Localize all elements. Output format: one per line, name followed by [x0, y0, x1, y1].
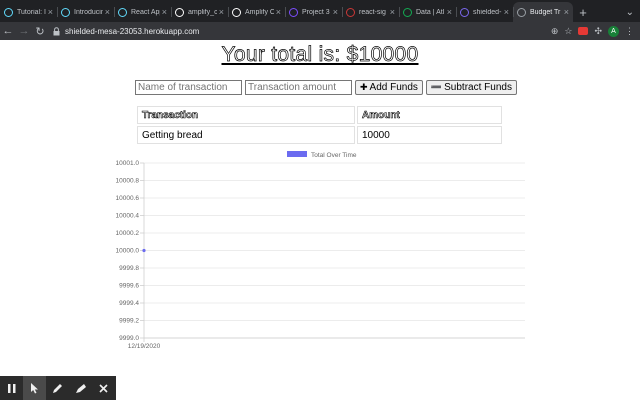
page-icon — [517, 7, 526, 17]
pen-icon[interactable] — [46, 376, 69, 400]
tab-close-icon[interactable]: × — [276, 7, 281, 17]
pointer-icon[interactable] — [23, 376, 46, 400]
amplify-icon — [232, 7, 241, 17]
transactions-body: Getting bread 10000 — [137, 126, 502, 144]
browser-toolbar: ← → ↻ shielded-mesa-23053.herokuapp.com … — [0, 22, 640, 40]
react-icon — [4, 7, 13, 17]
transaction-name-input[interactable] — [135, 80, 242, 95]
tab-title: Project 3 — [302, 8, 330, 16]
y-tick-label: 10000.8 — [116, 178, 140, 185]
browser-tab-bar: Tutorial: I×Introducin×React App×amplify… — [0, 0, 640, 22]
transactions-table: Transaction Amount Getting bread 10000 — [135, 104, 504, 146]
tab-title: Data | Atl — [416, 8, 445, 16]
transaction-amount-cell: 10000 — [357, 126, 502, 144]
transaction-form: ✚ Add Funds ➖ Subtract Funds — [135, 80, 517, 95]
y-tick-label: 9999.8 — [119, 265, 139, 272]
reload-button[interactable]: ↻ — [32, 25, 48, 38]
minus-icon: ➖ — [430, 82, 443, 92]
project-icon — [289, 7, 298, 17]
browser-tab[interactable]: Data | Atl × — [399, 2, 456, 22]
tab-close-icon[interactable]: × — [48, 7, 53, 17]
star-icon[interactable]: ☆ — [564, 26, 572, 37]
npm-icon — [346, 7, 355, 17]
y-tick-label: 10000.4 — [116, 213, 140, 220]
x-tick-label: 12/19/2020 — [128, 343, 161, 348]
tab-close-icon[interactable]: × — [162, 7, 167, 17]
browser-tab[interactable]: Amplify C × — [228, 2, 285, 22]
tab-close-icon[interactable]: × — [333, 7, 338, 17]
y-tick-label: 10001.0 — [116, 160, 140, 167]
subtract-funds-button[interactable]: ➖ Subtract Funds — [425, 80, 517, 95]
puzzle-icon[interactable]: ✣ — [594, 26, 602, 37]
total-heading: Your total is: $10000 — [221, 43, 419, 67]
page-content: Your total is: $10000 ✚ Add Funds ➖ Subt… — [0, 40, 640, 400]
new-tab-button[interactable]: + — [573, 2, 593, 22]
total-over-time-chart: Total Over Time 10001.0 10000.8 10000.6 1000… — [116, 151, 525, 348]
tab-strip: Tutorial: I×Introducin×React App×amplify… — [0, 0, 573, 22]
browser-tab[interactable]: Introducin × — [57, 2, 114, 22]
tab-close-icon[interactable]: × — [564, 7, 569, 17]
tab-title: react-sig — [359, 8, 386, 16]
plus-icon: ✚ — [360, 82, 368, 92]
tab-close-icon[interactable]: × — [390, 7, 395, 17]
tab-title: Introducin — [74, 8, 103, 16]
tab-close-icon[interactable]: × — [219, 7, 224, 17]
extension-icon[interactable] — [578, 27, 589, 35]
tab-title: shielded- — [473, 8, 502, 16]
y-tick-label: 9999.2 — [119, 318, 139, 325]
url-text: shielded-mesa-23053.herokuapp.com — [65, 26, 200, 36]
tab-close-icon[interactable]: × — [447, 7, 452, 17]
tab-title: Budget Tr — [530, 8, 561, 16]
add-funds-label: Add Funds — [369, 82, 418, 93]
data-point — [142, 248, 146, 253]
subtract-funds-label: Subtract Funds — [444, 82, 512, 93]
tab-title: Tutorial: I — [17, 8, 46, 16]
y-tick-label: 9999.4 — [119, 300, 139, 307]
tab-close-icon[interactable]: × — [504, 7, 509, 17]
close-icon[interactable] — [92, 376, 115, 400]
heroku-icon — [460, 7, 469, 17]
window-menu-icon[interactable]: ⌄ — [620, 7, 640, 22]
browser-tab[interactable]: amplify_c × — [171, 2, 228, 22]
legend-label: Total Over Time — [311, 152, 357, 159]
y-tick-label: 9999.6 — [119, 283, 139, 290]
legend-swatch — [287, 151, 307, 157]
table-header-row: Transaction Amount — [137, 106, 502, 124]
tab-title: amplify_c — [188, 8, 217, 16]
browser-tab[interactable]: Budget Tr × — [513, 2, 573, 22]
highlighter-icon[interactable] — [69, 376, 92, 400]
recording-toolbar — [0, 376, 116, 400]
menu-icon[interactable]: ⋮ — [625, 26, 634, 37]
y-tick-label: 10000.2 — [116, 230, 140, 237]
lock-icon — [52, 26, 60, 36]
browser-tab[interactable]: react-sig × — [342, 2, 399, 22]
header-transaction: Transaction — [137, 106, 355, 124]
browser-tab[interactable]: shielded- × — [456, 2, 513, 22]
browser-tab[interactable]: React App× — [114, 2, 171, 22]
y-tick-label: 9999.0 — [119, 335, 139, 342]
tab-title: Amplify C — [245, 8, 274, 16]
react-icon — [61, 7, 70, 17]
tab-close-icon[interactable]: × — [105, 7, 110, 17]
tab-title: React App — [131, 8, 160, 16]
pause-icon[interactable] — [0, 376, 23, 400]
profile-avatar[interactable]: A — [608, 25, 619, 37]
address-bar[interactable]: shielded-mesa-23053.herokuapp.com — [52, 24, 512, 38]
mongodb-icon — [403, 7, 412, 17]
add-funds-button[interactable]: ✚ Add Funds — [355, 80, 423, 95]
github-icon — [175, 7, 184, 17]
header-amount: Amount — [357, 106, 502, 124]
y-tick-label: 10000.0 — [116, 248, 140, 255]
forward-button[interactable]: → — [16, 25, 32, 37]
transaction-name-cell: Getting bread — [137, 126, 355, 144]
y-tick-label: 10000.6 — [116, 195, 140, 202]
table-row: Getting bread 10000 — [137, 126, 502, 144]
browser-tab[interactable]: Tutorial: I × — [0, 2, 57, 22]
browser-tab[interactable]: Project 3 × — [285, 2, 342, 22]
install-icon[interactable]: ⊕ — [551, 26, 559, 37]
back-button[interactable]: ← — [0, 25, 16, 37]
react-icon — [118, 7, 127, 17]
transaction-amount-input[interactable] — [245, 80, 352, 95]
